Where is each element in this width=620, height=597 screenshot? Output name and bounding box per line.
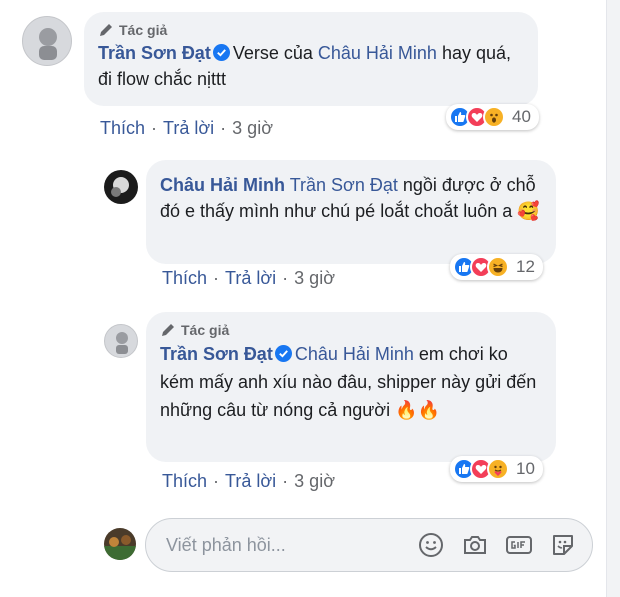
timestamp[interactable]: 3 giờ [294,471,335,492]
pen-icon [162,324,174,336]
reply-button[interactable]: Trả lời [225,268,276,289]
avatar[interactable] [104,170,138,204]
avatar[interactable] [22,16,72,66]
comment-body: Verse của [232,43,318,63]
sticker-icon[interactable] [548,530,578,560]
comment-bubble: Tác giả Trần Sơn Đạt Châu Hải Minh em chơ… [146,312,556,462]
pen-icon [100,24,112,36]
comment-actions: Thích · Trả lời · 3 giờ [100,118,273,139]
reactions-summary[interactable]: 12 [450,254,543,280]
wow-icon [483,106,505,128]
like-button[interactable]: Thích [162,471,207,492]
mention-link[interactable]: Châu Hải Minh [295,344,414,364]
timestamp[interactable]: 3 giờ [294,268,335,289]
reactions-summary[interactable]: 40 [446,104,539,130]
author-name[interactable]: Châu Hải Minh [160,175,285,195]
haha-icon [487,256,509,278]
reply-button[interactable]: Trả lời [225,471,276,492]
like-button[interactable]: Thích [100,118,145,139]
emoji-icon[interactable] [416,530,446,560]
comment-text: Trần Sơn Đạt Châu Hải Minh em chơi ko kém… [160,340,542,424]
comment-text: Châu Hải Minh Trần Sơn Đạt ngồi được ở c… [160,172,542,224]
comment-bubble: Châu Hải Minh Trần Sơn Đạt ngồi được ở c… [146,160,556,264]
author-name[interactable]: Trần Sơn Đạt [160,344,273,364]
care-icon [487,458,509,480]
reply-composer[interactable] [145,518,593,572]
scrollbar[interactable] [606,0,620,597]
author-badge: Tác giả [160,320,542,340]
author-badge: Tác giả [98,20,524,40]
verified-icon [212,44,230,61]
comment-actions: Thích · Trả lời · 3 giờ [162,471,335,492]
user-avatar[interactable] [104,528,136,560]
reaction-count: 10 [516,459,535,478]
reaction-count: 12 [516,257,535,276]
comment-bubble: Tác giả Trần Sơn Đạt Verse của Châu Hải M… [84,12,538,106]
mention-link[interactable]: Trần Sơn Đạt [290,175,398,195]
reply-button[interactable]: Trả lời [163,118,214,139]
verified-icon [274,345,292,362]
mention-link[interactable]: Châu Hải Minh [318,43,437,63]
reaction-count: 40 [512,107,531,126]
avatar[interactable] [104,324,138,358]
like-button[interactable]: Thích [162,268,207,289]
reply-input[interactable] [166,534,416,556]
reactions-summary[interactable]: 10 [450,456,543,482]
author-name[interactable]: Trần Sơn Đạt [98,43,211,63]
comment-actions: Thích · Trả lời · 3 giờ [162,268,335,289]
camera-icon[interactable] [460,530,490,560]
comment-text: Trần Sơn Đạt Verse của Châu Hải Minh hay … [98,40,524,92]
timestamp[interactable]: 3 giờ [232,118,273,139]
gif-icon[interactable] [504,530,534,560]
